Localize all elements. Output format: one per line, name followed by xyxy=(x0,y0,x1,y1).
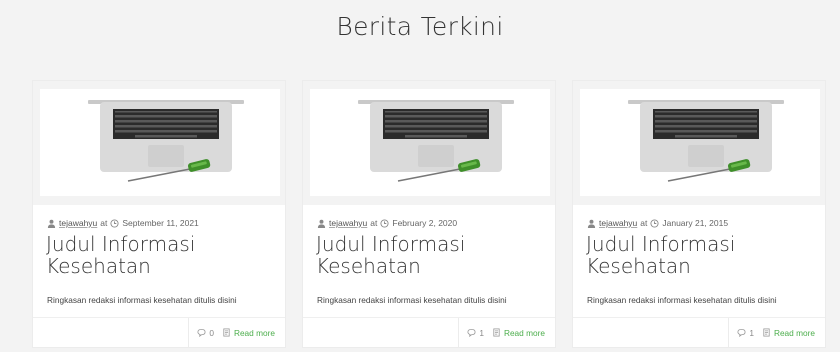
post-date: September 11, 2021 xyxy=(122,218,199,228)
meta-separator: at xyxy=(100,218,108,228)
comment-icon xyxy=(467,328,476,337)
post-footer: 0 Read more xyxy=(33,317,285,347)
comment-icon xyxy=(197,328,206,337)
post-title-link[interactable]: Judul Informasi Kesehatan xyxy=(586,233,816,277)
post-thumbnail-link[interactable] xyxy=(40,89,280,196)
post-actions: 1 Read more xyxy=(728,318,825,347)
document-icon xyxy=(222,328,231,337)
post-excerpt: Ringkasan redaksi informasi kesehatan di… xyxy=(317,295,507,305)
post-footer: 1 Read more xyxy=(573,317,825,347)
document-icon xyxy=(492,328,501,337)
post-card: tejawahyu at January 21, 2015 Judul Info… xyxy=(572,80,826,348)
comments-link[interactable]: 1 xyxy=(467,328,484,338)
author-link[interactable]: tejawahyu xyxy=(59,218,97,228)
post-card: tejawahyu at September 11, 2021 Judul In… xyxy=(32,80,286,348)
post-title-link[interactable]: Judul Informasi Kesehatan xyxy=(316,233,546,277)
post-meta: tejawahyu at February 2, 2020 xyxy=(317,218,457,228)
user-icon xyxy=(317,219,326,228)
post-card: tejawahyu at February 2, 2020 Judul Info… xyxy=(302,80,556,348)
read-more-link[interactable]: Read more xyxy=(762,328,815,338)
post-excerpt: Ringkasan redaksi informasi kesehatan di… xyxy=(47,295,237,305)
post-thumbnail-link[interactable] xyxy=(310,89,550,196)
user-icon xyxy=(587,219,596,228)
post-thumbnail-link[interactable] xyxy=(580,89,820,196)
document-icon xyxy=(762,328,771,337)
post-footer: 1 Read more xyxy=(303,317,555,347)
post-date: January 21, 2015 xyxy=(662,218,729,228)
post-excerpt: Ringkasan redaksi informasi kesehatan di… xyxy=(587,295,777,305)
meta-separator: at xyxy=(370,218,378,228)
post-image-frame xyxy=(573,81,825,205)
author-link[interactable]: tejawahyu xyxy=(329,218,367,228)
comments-link[interactable]: 0 xyxy=(197,328,214,338)
post-meta: tejawahyu at September 11, 2021 xyxy=(47,218,199,228)
clock-icon xyxy=(380,218,389,228)
read-more-link[interactable]: Read more xyxy=(492,328,545,338)
laptop-screwdriver-image xyxy=(40,89,280,196)
comment-count: 1 xyxy=(749,327,754,338)
clock-icon xyxy=(110,218,119,228)
laptop-screwdriver-image xyxy=(580,89,820,196)
comments-link[interactable]: 1 xyxy=(737,328,754,338)
user-icon xyxy=(47,219,56,228)
read-more-label: Read more xyxy=(773,327,815,338)
clock-icon xyxy=(650,218,659,228)
post-date: February 2, 2020 xyxy=(392,218,458,228)
read-more-link[interactable]: Read more xyxy=(222,328,275,338)
post-image-frame xyxy=(303,81,555,205)
section-title: Berita Terkini xyxy=(336,12,504,41)
read-more-label: Read more xyxy=(233,327,275,338)
laptop-screwdriver-image xyxy=(310,89,550,196)
read-more-label: Read more xyxy=(503,327,545,338)
post-actions: 0 Read more xyxy=(188,318,285,347)
meta-separator: at xyxy=(640,218,648,228)
post-actions: 1 Read more xyxy=(458,318,555,347)
comment-icon xyxy=(737,328,746,337)
author-link[interactable]: tejawahyu xyxy=(599,218,637,228)
post-meta: tejawahyu at January 21, 2015 xyxy=(587,218,728,228)
comment-count: 0 xyxy=(209,327,214,338)
post-image-frame xyxy=(33,81,285,205)
post-title-link[interactable]: Judul Informasi Kesehatan xyxy=(46,233,276,277)
comment-count: 1 xyxy=(479,327,484,338)
